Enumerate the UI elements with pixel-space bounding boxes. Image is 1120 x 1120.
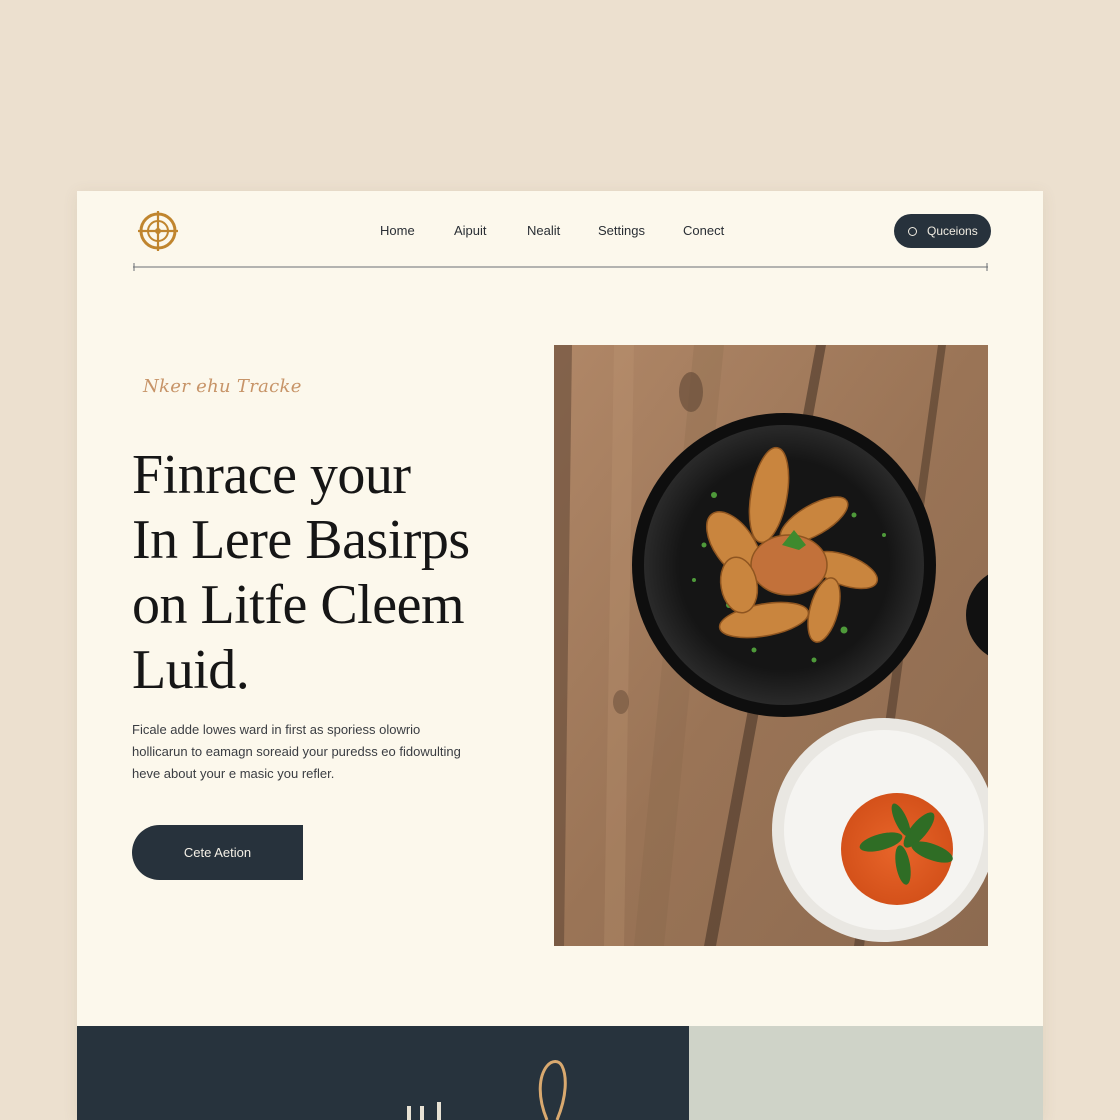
description-line: heve about your e masic you refler.: [132, 766, 335, 781]
headline-line: Finrace your: [132, 444, 411, 506]
nav-about[interactable]: Aipuit: [454, 223, 487, 238]
decorative-figure-icon: [407, 1060, 567, 1120]
circle-icon: [908, 226, 917, 236]
questions-button-label: Quceions: [927, 224, 978, 238]
nav-nealit[interactable]: Nealit: [527, 223, 560, 238]
headline-line: In Lere Basirps: [132, 509, 470, 571]
header-divider: [133, 263, 988, 271]
description-line: Ficale adde lowes ward in first as spori…: [132, 722, 421, 737]
headline-line: on Litfe Cleem: [132, 574, 465, 636]
feature-band-light: [689, 1026, 1043, 1120]
nav-settings[interactable]: Settings: [598, 223, 645, 238]
hero-eyebrow: Nker ehu Tracke: [143, 376, 302, 397]
call-to-action-button[interactable]: Cete Aetion: [132, 825, 303, 880]
nav-home[interactable]: Home: [380, 223, 415, 238]
compass-logo-icon[interactable]: [136, 209, 180, 253]
questions-button[interactable]: Quceions: [894, 214, 991, 248]
feature-band-dark: [77, 1026, 689, 1120]
nav-contact[interactable]: Conect: [683, 223, 724, 238]
headline-line: Luid.: [132, 639, 250, 701]
hero-description: Ficale adde lowes ward in first as spori…: [132, 719, 492, 785]
hero-food-photo: [554, 345, 988, 946]
landing-card: Home Aipuit Nealit Settings Conect Qucei…: [77, 191, 1043, 1120]
description-line: hollicarun to eamagn soreaid your pureds…: [132, 744, 461, 759]
hero-headline: Finrace your In Lere Basirps on Litfe Cl…: [132, 443, 562, 703]
